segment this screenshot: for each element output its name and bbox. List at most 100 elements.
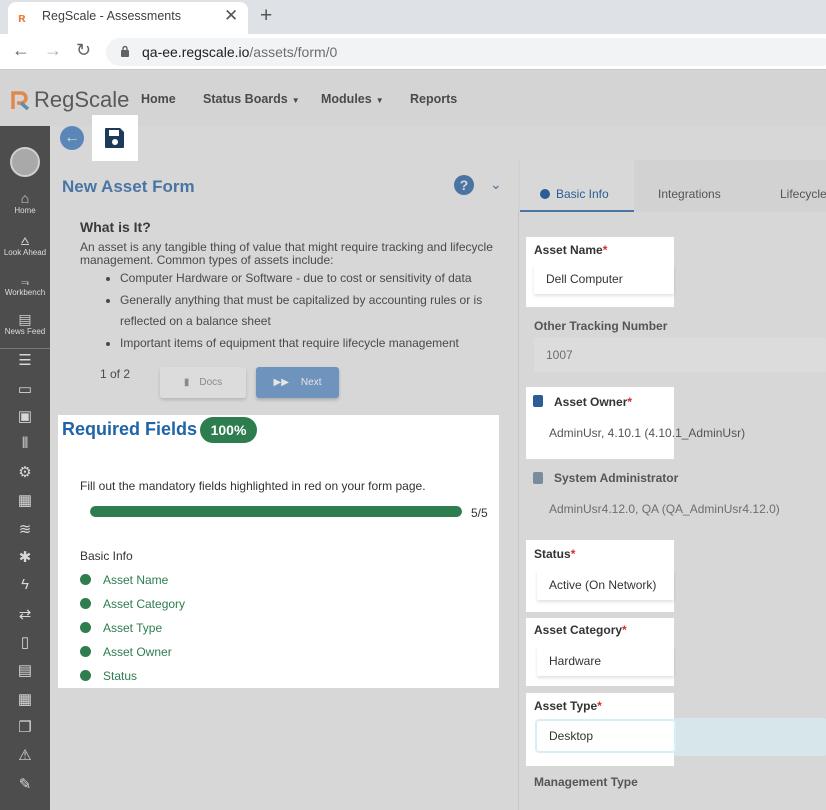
caret-down-icon: ▼ xyxy=(291,96,300,105)
layers-icon[interactable]: ≋ xyxy=(0,520,50,538)
required-item-asset-type: Asset Type xyxy=(80,621,162,635)
calendar-icon[interactable]: ▦ xyxy=(0,690,50,708)
contact-card-icon xyxy=(533,395,543,407)
bolt-icon[interactable]: ϟ xyxy=(0,576,50,593)
regscale-favicon-icon: ʀ xyxy=(18,10,26,25)
sidebar-item-label: Home xyxy=(14,206,36,215)
laptop-icon[interactable]: ▭ xyxy=(0,380,50,398)
next-label: Next xyxy=(300,377,322,388)
docs-button[interactable]: ▮ Docs xyxy=(160,367,246,398)
book-icon: ▮ xyxy=(183,377,190,388)
url-text: qa-ee.regscale.io/assets/form/0 xyxy=(142,44,338,60)
nav-status-boards[interactable]: Status Boards ▼ xyxy=(203,92,300,106)
asset-category-label-text: Asset Category xyxy=(534,623,623,637)
sidebar-divider xyxy=(0,348,50,349)
fast-forward-icon: ▶▶ xyxy=(273,377,289,388)
chevron-down-icon[interactable]: ⌄ xyxy=(490,176,502,193)
tab-lifecycle[interactable]: Lifecycle xyxy=(780,187,826,201)
save-icon[interactable] xyxy=(103,126,127,150)
required-item-status: Status xyxy=(80,669,137,683)
asset-owner-label-text: Asset Owner xyxy=(554,395,628,409)
asset-type-select[interactable]: Desktop xyxy=(537,721,674,751)
binoculars-icon: ⩟ xyxy=(20,232,30,248)
info-icon xyxy=(540,189,550,199)
barcode-icon[interactable]: ⦀ xyxy=(0,435,50,452)
next-button[interactable]: ▶▶ Next xyxy=(256,367,339,398)
back-arrow-icon[interactable]: ← xyxy=(12,40,30,61)
nav-reports[interactable]: Reports xyxy=(410,92,457,106)
status-dot xyxy=(80,598,91,609)
more-icon[interactable]: ▁ xyxy=(0,801,50,810)
required-section-heading: Basic Info xyxy=(80,549,133,563)
asset-type-input-extension xyxy=(674,718,826,756)
asset-name-label-text: Asset Name xyxy=(534,243,603,257)
management-type-label: Management Type xyxy=(534,775,638,789)
progress-fill xyxy=(90,506,462,517)
avatar[interactable] xyxy=(10,147,40,177)
required-item-label: Asset Type xyxy=(103,621,163,635)
checklist-icon[interactable]: ☰ xyxy=(0,351,50,369)
system-administrator-value[interactable]: AdminUsr4.12.0, QA (QA_AdminUsr4.12.0) xyxy=(549,502,780,516)
list-item: Generally anything that must be capitali… xyxy=(120,290,500,333)
asset-name-label: Asset Name* xyxy=(534,243,607,257)
warning-icon[interactable]: ⚠ xyxy=(0,746,50,764)
close-tab-icon[interactable]: ✕ xyxy=(224,6,238,26)
workbench-icon: ⫬ xyxy=(20,272,30,288)
required-marker: * xyxy=(597,699,602,713)
status-dot xyxy=(80,574,91,585)
required-item-asset-name: Asset Name xyxy=(80,573,168,587)
sidebar-item-label: Look Ahead xyxy=(3,248,47,257)
required-marker: * xyxy=(627,395,633,409)
asset-owner-value[interactable]: AdminUsr, 4.10.1 (4.10.1_AdminUsr) xyxy=(549,426,745,440)
new-tab-icon[interactable]: + xyxy=(260,4,272,28)
asterisk-icon[interactable]: ✱ xyxy=(0,548,50,566)
briefcase-icon[interactable]: ▣ xyxy=(0,407,50,425)
required-marker: * xyxy=(602,243,608,257)
status-dot xyxy=(80,622,91,633)
required-marker: * xyxy=(622,623,627,637)
copy-icon[interactable]: ❐ xyxy=(0,718,50,736)
home-icon: ⌂ xyxy=(20,190,30,206)
completion-badge: 100% xyxy=(200,417,257,443)
required-item-asset-category: Asset Category xyxy=(80,597,185,611)
required-item-label: Status xyxy=(103,669,138,683)
id-card-icon[interactable]: ▤ xyxy=(0,661,50,679)
what-is-it-description: An asset is any tangible thing of value … xyxy=(80,240,493,267)
pager-text: 1 of 2 xyxy=(100,367,131,381)
what-is-it-heading: What is It? xyxy=(80,219,151,235)
status-dot xyxy=(80,670,91,681)
progress-bar xyxy=(90,506,462,517)
required-item-label: Asset Owner xyxy=(103,645,172,659)
document-icon[interactable]: ▯ xyxy=(0,633,50,651)
required-fields-description: Fill out the mandatory fields highlighte… xyxy=(80,479,426,493)
nav-modules-label: Modules xyxy=(321,92,372,106)
list-item: Important items of equipment that requir… xyxy=(120,333,500,355)
required-marker: * xyxy=(570,547,576,561)
reload-icon[interactable]: ↻ xyxy=(76,40,91,61)
help-icon[interactable]: ? xyxy=(454,175,474,195)
contact-card-icon xyxy=(533,472,543,484)
sidebar-item-workbench[interactable]: ⫬ Workbench xyxy=(0,272,50,297)
sidebar-item-news-feed[interactable]: ▤ News Feed xyxy=(0,311,50,336)
list-item: Computer Hardware or Software - due to c… xyxy=(120,268,500,290)
sidebar-item-home[interactable]: ⌂ Home xyxy=(0,190,50,215)
other-tracking-number-input[interactable]: 1007 xyxy=(534,338,826,372)
grid-icon[interactable]: ▦ xyxy=(0,491,50,509)
nav-modules[interactable]: Modules ▼ xyxy=(321,92,384,106)
back-button[interactable]: ← xyxy=(60,126,84,150)
asset-category-select[interactable]: Hardware xyxy=(537,646,674,676)
tab-basic-info-label: Basic Info xyxy=(556,187,609,201)
page-title: New Asset Form xyxy=(62,177,195,196)
sidebar-item-look-ahead[interactable]: ⩟ Look Ahead xyxy=(0,232,50,257)
required-fields-title: Required Fields xyxy=(62,419,198,439)
tab-integrations[interactable]: Integrations xyxy=(658,187,721,201)
cogs-icon[interactable]: ⚙ xyxy=(0,463,50,481)
transfer-icon[interactable]: ⇄ xyxy=(0,605,50,623)
tab-basic-info[interactable] xyxy=(520,160,634,212)
nav-home[interactable]: Home xyxy=(141,92,176,106)
caret-down-icon: ▼ xyxy=(375,96,384,105)
edit-icon[interactable]: ✎ xyxy=(0,775,50,793)
status-select[interactable]: Active (On Network) xyxy=(537,570,674,600)
asset-name-input[interactable]: Dell Computer xyxy=(534,264,674,294)
forward-arrow-icon[interactable]: → xyxy=(44,40,62,61)
